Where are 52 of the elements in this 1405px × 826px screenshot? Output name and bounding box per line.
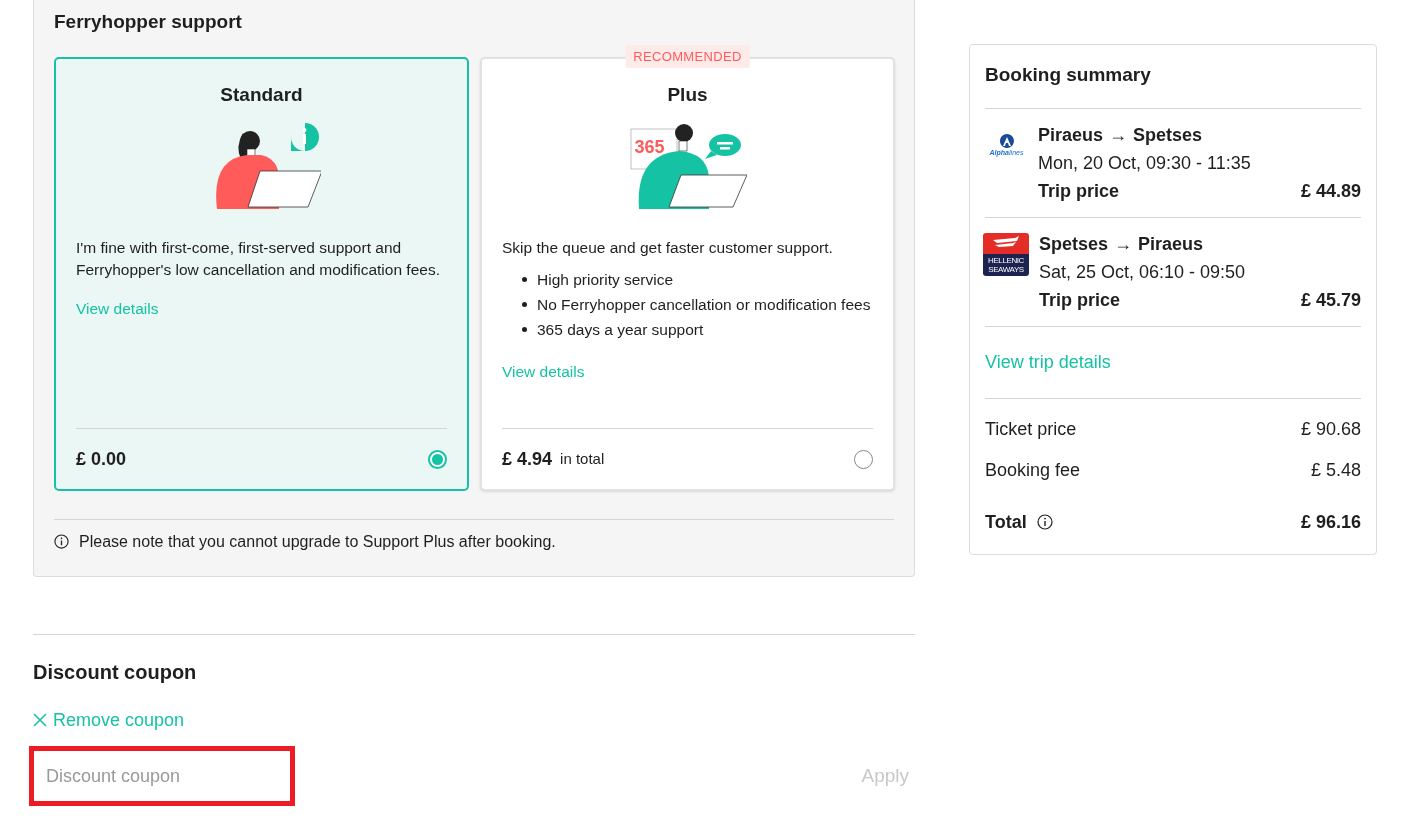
feature-text: No Ferryhopper cancellation or modification fees	[537, 295, 871, 315]
calendar-number: 365	[634, 137, 665, 157]
bullet-icon	[522, 277, 527, 282]
logo-text: HELLENIC	[988, 255, 1024, 265]
radio-button[interactable]	[428, 449, 447, 469]
info-icon	[54, 534, 69, 549]
fee-label: Booking fee	[985, 458, 1081, 482]
plan-price: £ 0.00	[76, 447, 127, 471]
fee-value: £ 5.48	[1310, 458, 1361, 482]
note-text: Please note that you cannot upgrade to Support Plus after booking.	[79, 531, 556, 552]
logo-text: SEAWAYS	[988, 264, 1024, 274]
total-value: £ 96.16	[1300, 510, 1361, 534]
plan-card[interactable]: Standard I'm fine with first-come, first-served support and Ferryhopper's low cancellation and modification fees. View details £ 0.00	[54, 56, 469, 491]
trip-price: £ 44.89	[1300, 179, 1361, 203]
trip-price: £ 45.79	[1300, 288, 1361, 312]
view-details-link[interactable]: View details	[76, 297, 159, 321]
trip-time: Mon, 20 Oct, 09:30 - 11:35	[1038, 151, 1252, 175]
plan-title: Plus	[666, 82, 709, 107]
plan-price: £ 4.94	[502, 447, 553, 471]
bullet-icon	[522, 302, 527, 307]
letter-a-icon	[998, 133, 1015, 149]
radio-button[interactable]	[854, 449, 873, 469]
trip-price-label: Trip price	[1039, 288, 1121, 312]
info-icon[interactable]	[1036, 514, 1053, 530]
route-arrow: →	[1109, 123, 1128, 147]
route-destination: Piraeus	[1138, 232, 1204, 256]
feature-text: High priority service	[537, 270, 674, 290]
fee-label: Ticket price	[985, 417, 1077, 441]
plan-description: Skip the queue and get faster customer support.	[502, 238, 834, 258]
section-title: Ferryhopper support	[54, 10, 243, 34]
plan-title: Standard	[219, 82, 304, 107]
total-label: Total	[985, 510, 1027, 534]
section-title: Discount coupon	[33, 659, 198, 685]
bullet-icon	[522, 327, 527, 332]
coupon-input-field[interactable]: Discount coupon	[29, 746, 295, 806]
remove-coupon-link[interactable]: Remove coupon	[33, 706, 185, 734]
plan-description: I'm fine with first-come, first-served support and Ferryhopper's low cancellation and modification fees.	[76, 238, 441, 280]
route-arrow: →	[1114, 232, 1133, 256]
feature-text: 365 days a year support	[537, 320, 704, 340]
fee-value: £ 90.68	[1300, 417, 1361, 441]
route-origin: Piraeus	[1038, 123, 1104, 147]
price-note: in total	[560, 448, 605, 469]
trip-price-label: Trip price	[1038, 179, 1120, 203]
route-origin: Spetses	[1039, 232, 1109, 256]
view-trip-details-link[interactable]: View trip details	[985, 351, 1111, 372]
summary-title: Booking summary	[985, 61, 1361, 109]
trip-time: Sat, 25 Oct, 06:10 - 09:50	[1039, 260, 1247, 284]
recommended-badge: RECOMMENDED	[625, 44, 750, 68]
wing-icon	[991, 236, 1021, 250]
route-destination: Spetses	[1133, 123, 1203, 147]
view-details-link[interactable]: View details	[502, 360, 585, 384]
close-icon	[33, 713, 47, 727]
